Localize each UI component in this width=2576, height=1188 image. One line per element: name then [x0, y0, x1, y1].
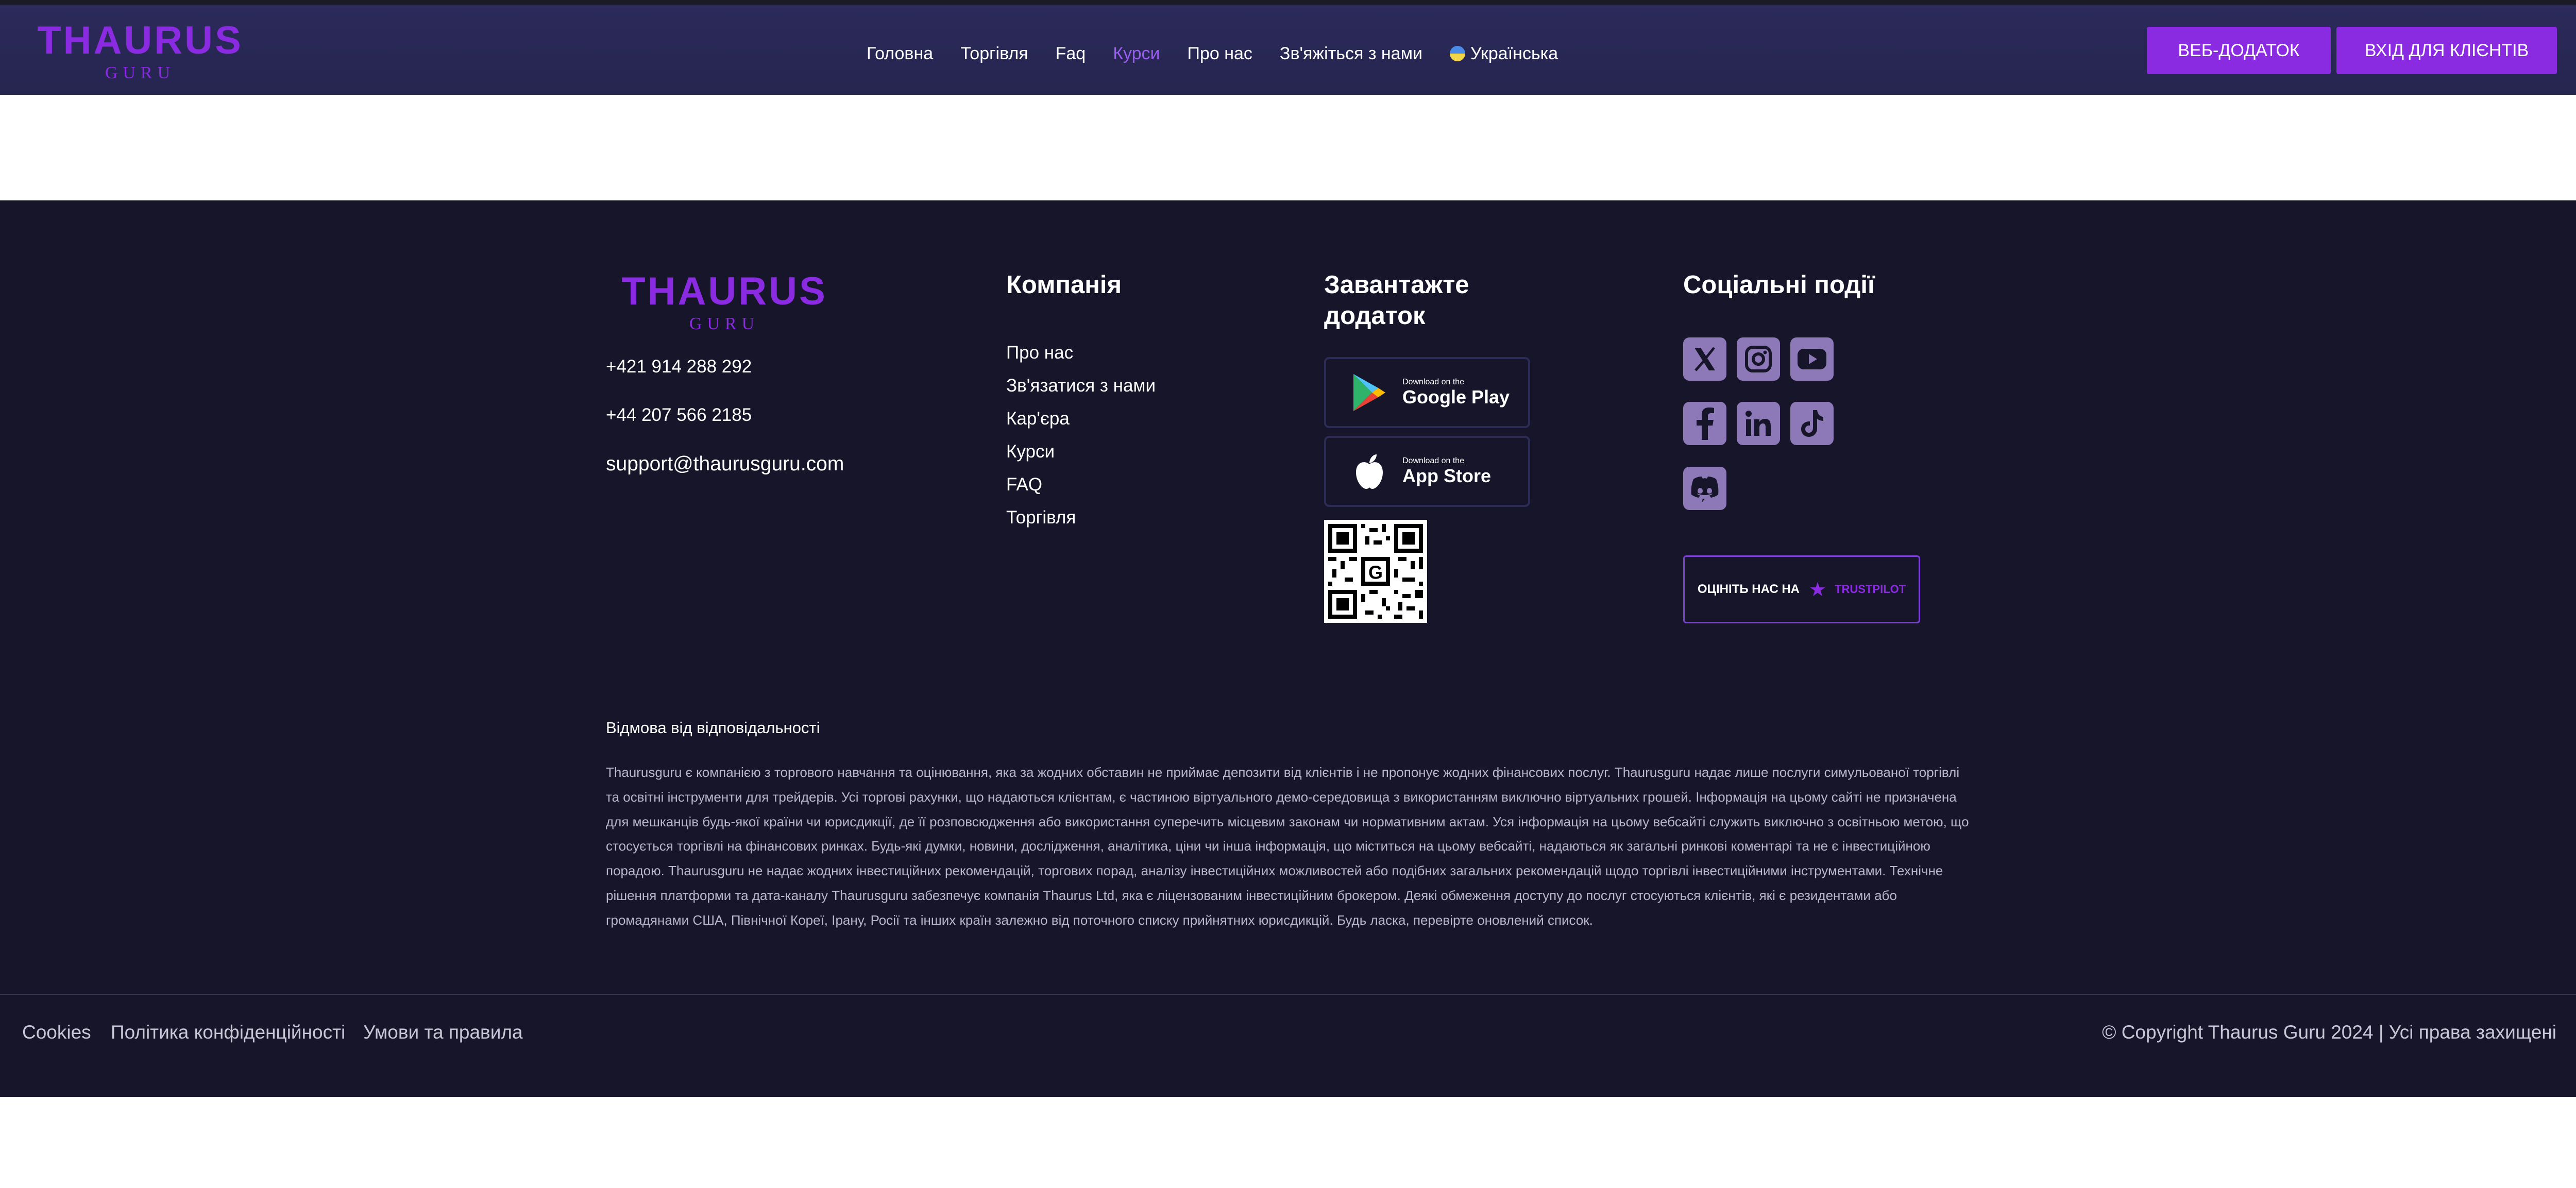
svg-text:G: G: [1368, 562, 1383, 583]
footer-divider: [0, 994, 2576, 995]
instagram-icon[interactable]: [1737, 337, 1780, 381]
logo-wordmark: THAURUS: [37, 21, 243, 62]
cookies-link[interactable]: Cookies: [22, 1022, 91, 1043]
disclaimer-title: Відмова від відповідальності: [606, 719, 820, 737]
download-title: Завантажте додаток: [1324, 269, 1469, 331]
facebook-icon[interactable]: [1683, 402, 1726, 445]
footer-link-faq[interactable]: FAQ: [1006, 474, 1042, 495]
header-logo[interactable]: THAURUS GURU: [22, 21, 259, 81]
terms-link[interactable]: Умови та правила: [363, 1022, 523, 1043]
linkedin-icon[interactable]: [1737, 402, 1780, 445]
apple-icon: [1351, 453, 1388, 490]
nav-courses[interactable]: Курси: [1113, 44, 1160, 64]
tiktok-icon[interactable]: [1790, 402, 1834, 445]
app-store-button[interactable]: Download on the App Store: [1324, 436, 1530, 507]
trustpilot-button[interactable]: Оцініть нас на ★ Trustpilot: [1683, 555, 1920, 623]
language-label: Українська: [1470, 43, 1558, 63]
ukraine-flag-icon: [1449, 46, 1465, 61]
footer-logo-subtext: GURU: [689, 314, 759, 332]
star-icon: ★: [1809, 579, 1827, 601]
web-app-button[interactable]: ВЕБ-ДОДАТОК: [2147, 27, 2331, 74]
company-title: Компанія: [1006, 271, 1122, 299]
logo-subtext: GURU: [105, 63, 175, 81]
youtube-icon[interactable]: [1790, 337, 1834, 381]
footer-link-contact[interactable]: Зв'язатися з нами: [1006, 376, 1156, 396]
main-nav: Головна Торгівля Faq Курси Про нас Зв'яж…: [867, 38, 1558, 69]
google-play-icon: [1351, 374, 1388, 411]
copyright-text: © Copyright Thaurus Guru 2024 | Усі прав…: [2102, 1022, 2556, 1043]
site-footer: THAURUS GURU +421 914 288 292 +44 207 56…: [0, 200, 2576, 1097]
nav-faq[interactable]: Faq: [1056, 44, 1086, 64]
privacy-link[interactable]: Політика конфіденційності: [111, 1022, 345, 1043]
client-login-button[interactable]: ВХІД ДЛЯ КЛІЄНТІВ: [2336, 27, 2557, 74]
download-title-line-1: Завантажте: [1324, 271, 1469, 299]
window-top-strip: [0, 0, 2576, 5]
footer-link-courses[interactable]: Курси: [1006, 442, 1055, 462]
google-play-label: Google Play: [1402, 386, 1510, 408]
app-store-label: App Store: [1402, 465, 1492, 486]
footer-link-about[interactable]: Про нас: [1006, 343, 1073, 363]
google-play-small-text: Download on the: [1402, 378, 1465, 386]
support-email[interactable]: support@thaurusguru.com: [606, 453, 844, 476]
footer-link-trading[interactable]: Торгівля: [1006, 507, 1076, 528]
discord-icon[interactable]: [1683, 467, 1726, 510]
footer-logo[interactable]: THAURUS GURU: [606, 271, 843, 332]
site-header: THAURUS GURU Головна Торгівля Faq Курси …: [0, 5, 2576, 95]
phone-1[interactable]: +421 914 288 292: [606, 357, 752, 377]
phone-2[interactable]: +44 207 566 2185: [606, 405, 752, 426]
nav-about[interactable]: Про нас: [1188, 44, 1252, 64]
x-icon[interactable]: [1683, 337, 1726, 381]
nav-contact[interactable]: Зв'яжіться з нами: [1280, 44, 1422, 64]
download-title-line-2: додаток: [1324, 302, 1426, 330]
language-selector[interactable]: Українська: [1449, 43, 1558, 64]
qr-code: G: [1324, 520, 1427, 623]
google-play-button[interactable]: Download on the Google Play: [1324, 357, 1530, 428]
trustpilot-prefix: Оцініть нас на: [1697, 582, 1800, 596]
nav-home[interactable]: Головна: [867, 44, 933, 64]
footer-logo-wordmark: THAURUS: [621, 271, 827, 313]
social-title: Соціальні події: [1683, 271, 1875, 299]
app-store-small-text: Download on the: [1402, 456, 1465, 465]
footer-link-career[interactable]: Кар'єра: [1006, 409, 1070, 429]
disclaimer-text: Thaurusguru є компанією з торгового навч…: [606, 765, 1969, 928]
trustpilot-brand: Trustpilot: [1835, 583, 1906, 596]
nav-trading[interactable]: Торгівля: [960, 44, 1028, 64]
